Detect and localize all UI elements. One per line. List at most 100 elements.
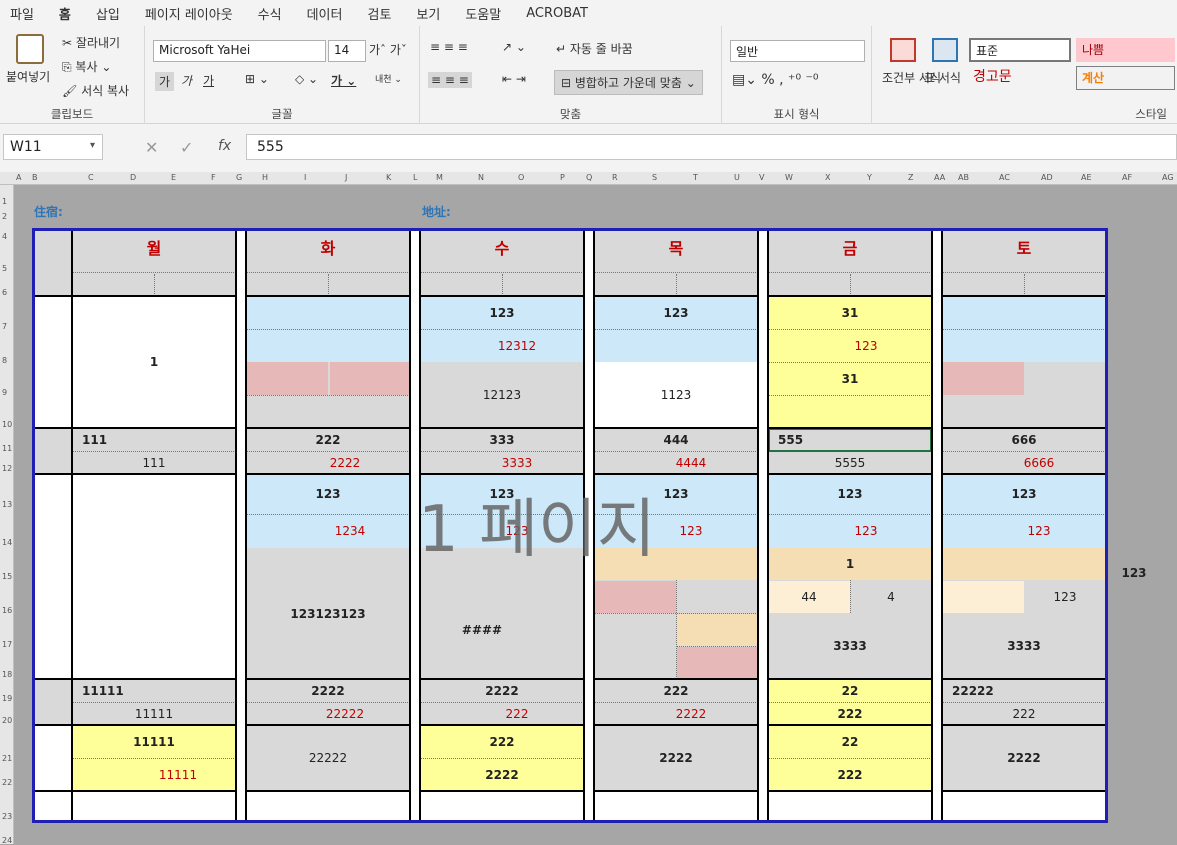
column-header[interactable]: L [413, 173, 417, 182]
row-header[interactable]: 23 [2, 812, 12, 821]
column-header[interactable]: K [386, 173, 391, 182]
row-header[interactable]: 7 [2, 322, 7, 331]
menu-file[interactable]: 파일 [10, 4, 34, 23]
align-top-icon[interactable]: ≡ ≡ ≡ [430, 40, 468, 54]
column-header[interactable]: X [825, 173, 830, 182]
menu-insert[interactable]: 삽입 [96, 4, 120, 23]
row-header[interactable]: 11 [2, 444, 12, 453]
column-header[interactable]: AF [1122, 173, 1132, 182]
row-header[interactable]: 22 [2, 778, 12, 787]
column-header[interactable]: Y [867, 173, 872, 182]
cut-button[interactable]: ✂ 잘라내기 [62, 34, 120, 51]
row-header[interactable]: 17 [2, 640, 12, 649]
column-header[interactable]: Q [586, 173, 592, 182]
column-header[interactable]: I [304, 173, 306, 182]
font-color-icon[interactable]: 가 ⌄ [331, 72, 356, 89]
row-header[interactable]: 2 [2, 212, 7, 221]
column-header[interactable]: AC [999, 173, 1010, 182]
column-header[interactable]: H [262, 173, 268, 182]
row-header[interactable]: 16 [2, 606, 12, 615]
name-box-dropdown-icon[interactable]: ▾ [90, 140, 95, 151]
phonetic-icon[interactable]: 내천 ⌄ [375, 72, 402, 85]
column-header[interactable]: R [612, 173, 618, 182]
row-header[interactable]: 18 [2, 670, 12, 679]
wrap-text-button[interactable]: ↵ 자동 줄 바꿈 [556, 40, 633, 57]
side-value[interactable]: 123 [1122, 565, 1146, 581]
row-header[interactable]: 6 [2, 288, 7, 297]
number-format-select[interactable]: 일반 [730, 40, 865, 62]
column-header[interactable]: P [560, 173, 565, 182]
menu-acrobat[interactable]: ACROBAT [526, 6, 588, 21]
row-header[interactable]: 5 [2, 264, 7, 273]
menu-review[interactable]: 검토 [367, 4, 391, 23]
column-header[interactable]: T [693, 173, 698, 182]
cut-label: 잘라내기 [75, 36, 121, 50]
percent-icon[interactable]: ▤⌄ % , ⁺⁰ ⁻⁰ [732, 72, 819, 88]
orientation-icon[interactable]: ↗ ⌄ [502, 40, 526, 54]
font-name-select[interactable]: Microsoft YaHei [153, 40, 326, 62]
row-header[interactable]: 1 [2, 197, 7, 206]
column-header[interactable]: AE [1081, 173, 1092, 182]
fill-color-icon[interactable]: ◇ ⌄ [295, 72, 318, 86]
row-header[interactable]: 13 [2, 500, 12, 509]
name-box[interactable]: W11 [3, 134, 103, 160]
column-header[interactable]: AD [1041, 173, 1053, 182]
row-header[interactable]: 12 [2, 464, 12, 473]
column-header[interactable]: G [236, 173, 242, 182]
bold-button[interactable]: 가 [155, 72, 175, 91]
indent-icon[interactable]: ⇤ ⇥ [502, 72, 526, 86]
column-header[interactable]: AA [934, 173, 945, 182]
enter-icon[interactable]: ✓ [180, 138, 193, 157]
column-header[interactable]: C [88, 173, 94, 182]
style-warning[interactable]: 경고문 [973, 66, 1012, 86]
column-header[interactable]: U [734, 173, 740, 182]
column-header[interactable]: W [785, 173, 793, 182]
menu-page-layout[interactable]: 페이지 레이아웃 [145, 4, 233, 23]
merge-center-button[interactable]: ⊟ 병합하고 가운데 맞춤 ⌄ [554, 70, 703, 95]
column-header[interactable]: J [345, 173, 347, 182]
column-header[interactable]: Z [908, 173, 913, 182]
formula-input[interactable]: 555 [246, 134, 1177, 160]
row-header[interactable]: 19 [2, 694, 12, 703]
style-calc[interactable]: 계산 [1076, 66, 1175, 90]
italic-button[interactable]: 가 [181, 72, 192, 89]
column-header[interactable]: AB [958, 173, 969, 182]
cancel-icon[interactable]: ✕ [145, 138, 158, 157]
align-left-icon[interactable]: ≡ ≡ ≡ [428, 72, 472, 88]
format-painter-button[interactable]: 🖌 서식 복사 [62, 82, 129, 99]
column-header[interactable]: AG [1162, 173, 1174, 182]
menu-data[interactable]: 데이터 [307, 4, 343, 23]
row-header[interactable]: 9 [2, 388, 7, 397]
row-header[interactable]: 8 [2, 356, 7, 365]
row-header[interactable]: 14 [2, 538, 12, 547]
underline-button[interactable]: 가 [203, 72, 214, 89]
row-header[interactable]: 10 [2, 420, 12, 429]
style-bad[interactable]: 나쁨 [1076, 38, 1175, 62]
menu-help[interactable]: 도움말 [465, 4, 501, 23]
column-header[interactable]: V [759, 173, 764, 182]
row-header[interactable]: 20 [2, 716, 12, 725]
menu-formulas[interactable]: 수식 [258, 4, 282, 23]
column-header[interactable]: M [436, 173, 443, 182]
column-header[interactable]: S [652, 173, 657, 182]
border-icon[interactable]: ⊞ ⌄ [245, 72, 269, 86]
copy-button[interactable]: ⎘ 복사 ⌄ [62, 58, 111, 75]
column-header[interactable]: F [211, 173, 216, 182]
menu-view[interactable]: 보기 [416, 4, 440, 23]
column-header[interactable]: B [32, 173, 38, 182]
column-header[interactable]: O [518, 173, 524, 182]
column-header[interactable]: N [478, 173, 484, 182]
row-header[interactable]: 21 [2, 754, 12, 763]
grow-font-icon[interactable]: 가ˆ 가ˇ [369, 41, 407, 58]
column-header[interactable]: A [16, 173, 21, 182]
menu-home[interactable]: 홈 [56, 4, 73, 28]
font-size-select[interactable]: 14 [328, 40, 366, 62]
style-normal[interactable]: 표준 [969, 38, 1071, 62]
row-header[interactable]: 15 [2, 572, 12, 581]
row-header[interactable]: 4 [2, 232, 7, 241]
insert-function-icon[interactable]: fx [218, 138, 231, 154]
paste-button[interactable]: 붙여넣기 [6, 68, 50, 85]
column-header[interactable]: D [130, 173, 136, 182]
table-format-button[interactable]: 표 서식 [924, 70, 961, 86]
column-header[interactable]: E [171, 173, 176, 182]
